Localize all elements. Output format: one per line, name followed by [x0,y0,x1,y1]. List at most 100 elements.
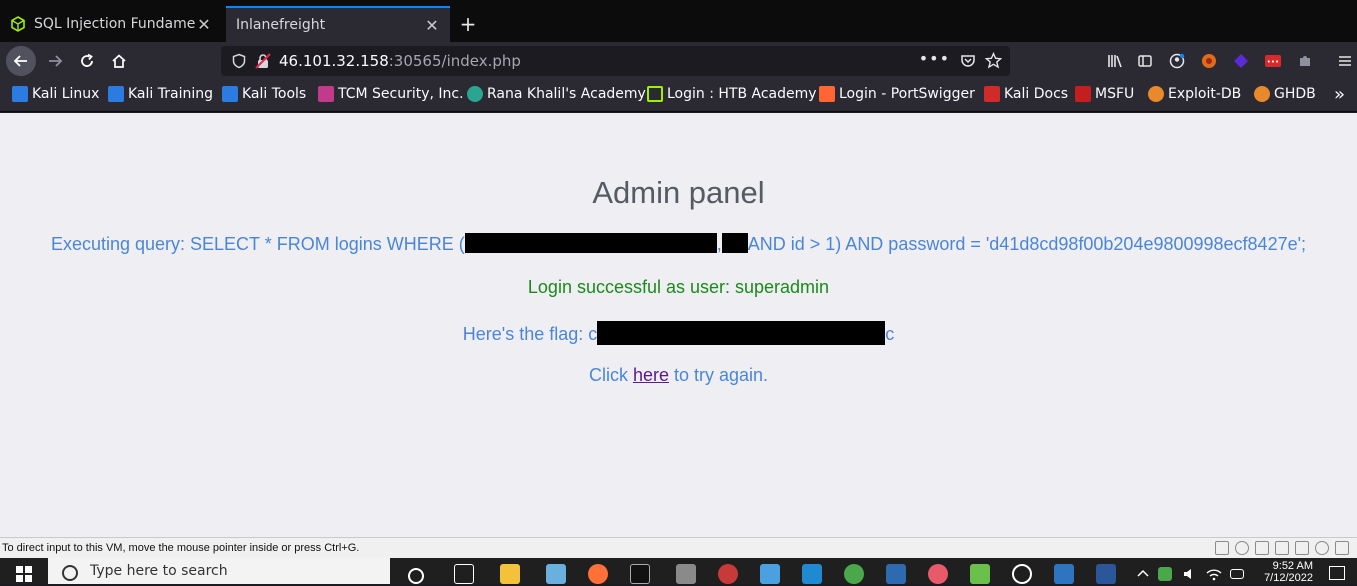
calculator-icon[interactable] [676,564,696,584]
chevron-double-right-icon[interactable]: » [1334,84,1345,105]
cd-icon[interactable] [1235,541,1249,555]
tab-close-icon[interactable]: ✕ [196,15,212,34]
tab-close-icon[interactable]: ✕ [424,16,440,35]
hdd-icon[interactable] [1215,541,1229,555]
word-icon[interactable] [1096,564,1116,584]
tab-label: SQL Injection Fundament [34,16,196,32]
pocket-icon[interactable] [960,53,976,73]
tab-sql-injection[interactable]: SQL Injection Fundament ✕ [0,6,222,42]
sound-icon[interactable] [1295,541,1309,555]
page-actions-menu[interactable]: ••• [919,49,950,68]
network-icon[interactable] [1255,541,1269,555]
cortana-icon[interactable] [408,568,424,584]
reload-button[interactable] [72,46,102,76]
tab-inlanefreight[interactable]: Inlanefreight ✕ [226,6,450,42]
powershell-icon[interactable] [886,564,906,584]
bookmark-rana-khalil[interactable]: Rana Khalil's Academy [467,86,646,102]
bookmark-htb-academy[interactable]: Login : HTB Academy [647,86,817,102]
bookmark-kali-linux[interactable]: Kali Linux [12,86,99,102]
tab-strip: SQL Injection Fundament ✕ Inlanefreight … [0,0,1357,42]
bookmark-exploit-db[interactable]: Exploit-DB [1148,86,1241,102]
extension-cookie-editor-icon[interactable]: ••• [1262,50,1284,72]
kali-docs-icon [984,86,1000,102]
usb-icon[interactable] [1315,541,1329,555]
bookmark-kali-training[interactable]: Kali Training [108,86,213,102]
insecure-lock-icon[interactable] [255,53,271,69]
kali-dragon-icon [222,86,238,102]
sublime-icon[interactable] [844,564,864,584]
obs-icon[interactable] [1012,564,1032,584]
bookmark-portswigger[interactable]: Login - PortSwigger [819,86,975,102]
keyboard-icon[interactable] [1230,569,1244,579]
task-view-icon[interactable] [454,564,474,584]
file-explorer-icon[interactable] [500,564,520,584]
vscode-icon[interactable] [802,564,822,584]
vm-status-bar: To direct input to this VM, move the mou… [0,537,1357,558]
chevron-up-icon[interactable] [1136,566,1150,586]
firefox-icon[interactable] [588,564,608,584]
extension-foxyproxy-icon[interactable] [1198,50,1220,72]
home-icon [112,54,126,68]
clock[interactable]: 9:52 AM 7/12/2022 [1264,560,1313,584]
portswigger-icon [819,86,835,102]
htb-cube-icon [10,16,26,32]
windows-start-icon[interactable] [16,566,32,582]
bookmark-ghdb[interactable]: GHDB [1254,86,1316,102]
kali-dragon-icon [108,86,124,102]
htb-cube-icon [647,86,663,102]
svg-text:•••: ••• [1267,58,1279,66]
bookmark-msfu[interactable]: MSFU [1075,86,1134,102]
bookmarks-toolbar: Kali Linux Kali Training Kali Tools TCM … [0,80,1357,112]
notepad-icon[interactable] [546,564,566,584]
url-host: 46.101.32.158 [279,52,389,70]
extension-wappalyzer-icon[interactable] [1230,50,1252,72]
terminal-icon[interactable] [630,564,650,584]
arrow-right-icon [49,55,63,67]
try-again-link[interactable]: here [633,365,669,385]
paint-icon[interactable] [718,564,738,584]
account-icon[interactable] [1166,50,1188,72]
message-icon[interactable] [1335,541,1349,555]
new-tab-button[interactable]: + [456,12,480,36]
vm-input-hint: To direct input to this VM, move the mou… [2,542,360,554]
star-bookmark-icon[interactable] [984,51,1003,73]
reload-icon [81,53,93,67]
notepad-plus-icon[interactable] [970,564,990,584]
remote-desktop-icon[interactable] [760,564,780,584]
tcm-icon [318,86,334,102]
taskbar-search-input[interactable]: Type here to search [48,558,390,584]
bookmark-kali-docs[interactable]: Kali Docs [984,86,1068,102]
tray-app-icon[interactable] [1158,567,1172,581]
printer-icon[interactable] [1275,541,1289,555]
virtualbox-icon[interactable] [1054,564,1074,584]
forward-button[interactable] [40,46,70,76]
url-bar[interactable]: 46.101.32.158:30565/index.php ••• [221,46,1010,76]
login-success-message: Login successful as user: superadmin [527,277,830,297]
page-content: Admin panel Executing query: SELECT * FR… [0,113,1357,537]
bookmark-kali-tools[interactable]: Kali Tools [222,86,306,102]
navigation-toolbar: 46.101.32.158:30565/index.php ••• ••• [0,42,1357,80]
redaction-bar [721,233,748,253]
kali-dragon-icon [12,86,28,102]
library-icon[interactable] [1104,50,1126,72]
shield-icon[interactable] [231,53,247,69]
flag-text: Here's the flag: cc [0,321,1357,345]
back-button[interactable] [6,46,36,76]
redaction-bar [597,321,886,345]
notification-icon[interactable] [1329,566,1345,580]
sidebar-icon[interactable] [1134,50,1156,72]
clock-date: 7/12/2022 [1264,572,1313,584]
app-pink-icon[interactable] [928,564,948,584]
exploit-db-icon [1148,86,1164,102]
volume-icon[interactable] [1182,566,1196,586]
url-path: :30565/index.php [388,52,521,70]
bookmark-tcm-security[interactable]: TCM Security, Inc. [318,86,464,102]
academy-t-icon [467,86,483,102]
msfu-icon [1075,86,1091,102]
hamburger-menu-icon[interactable] [1334,50,1356,72]
extension-puzzle-icon[interactable] [1294,50,1316,72]
wifi-icon[interactable] [1206,566,1222,586]
home-button[interactable] [104,46,134,76]
ghdb-icon [1254,86,1270,102]
query-text: Executing query: SELECT * FROM logins WH… [50,233,1307,254]
